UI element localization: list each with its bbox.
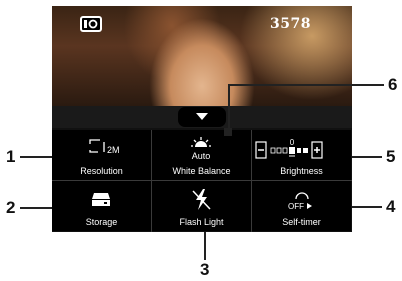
callout-line	[20, 156, 52, 158]
flash-light-button[interactable]: Flash Light	[152, 181, 251, 231]
storage-label: Storage	[85, 217, 118, 227]
resolution-value: 2M	[107, 145, 120, 155]
collapse-panel-button[interactable]	[178, 107, 226, 127]
self-timer-button[interactable]: OFF Self-timer	[252, 181, 351, 231]
storage-icon	[52, 187, 151, 213]
brightness-control: 0 Brightness	[252, 130, 351, 180]
resolution-button[interactable]: 2M Resolution	[52, 130, 151, 180]
self-timer-icon: OFF	[252, 187, 351, 213]
self-timer-label: Self-timer	[282, 217, 321, 227]
divider	[251, 130, 252, 232]
resolution-label: Resolution	[80, 166, 123, 176]
callout-line	[228, 84, 230, 130]
callout-line	[204, 232, 206, 260]
panel-toggle-bar	[52, 106, 352, 128]
callout-number: 6	[388, 75, 398, 94]
brightness-decrease-button[interactable]	[255, 141, 267, 159]
chevron-down-icon	[196, 113, 208, 120]
callout-number: 2	[6, 198, 16, 217]
settings-panel: 2M Resolution Auto White Balance 0 Brigh…	[52, 130, 352, 232]
callout-line	[224, 128, 232, 136]
callout-number: 3	[200, 260, 210, 279]
camera-preview[interactable]: 3578	[52, 6, 352, 106]
brightness-label: Brightness	[280, 166, 323, 176]
resolution-icon: 2M	[52, 136, 151, 162]
camera-screen: 3578 2M Resolution Auto White Balance 0 …	[52, 6, 352, 232]
white-balance-icon: Auto	[152, 136, 251, 162]
white-balance-value: Auto	[192, 151, 211, 161]
flash-light-label: Flash Light	[179, 217, 224, 227]
callout-number: 4	[386, 197, 396, 216]
storage-button[interactable]: Storage	[52, 181, 151, 231]
callout-line	[228, 84, 384, 86]
callout-line	[20, 207, 52, 209]
callout-number: 5	[386, 147, 396, 166]
callout-line	[352, 156, 382, 158]
callout-line	[352, 206, 382, 208]
camera-mode-icon[interactable]	[80, 16, 102, 32]
divider	[52, 180, 352, 181]
brightness-icon	[270, 147, 308, 157]
brightness-value: 0	[290, 138, 295, 147]
divider	[151, 130, 152, 232]
white-balance-label: White Balance	[172, 166, 231, 176]
white-balance-button[interactable]: Auto White Balance	[152, 130, 251, 180]
self-timer-value: OFF	[288, 202, 304, 211]
remaining-shots-count: 3578	[270, 16, 311, 32]
flash-off-icon	[152, 187, 251, 213]
brightness-increase-button[interactable]	[311, 141, 323, 159]
callout-number: 1	[6, 147, 16, 166]
